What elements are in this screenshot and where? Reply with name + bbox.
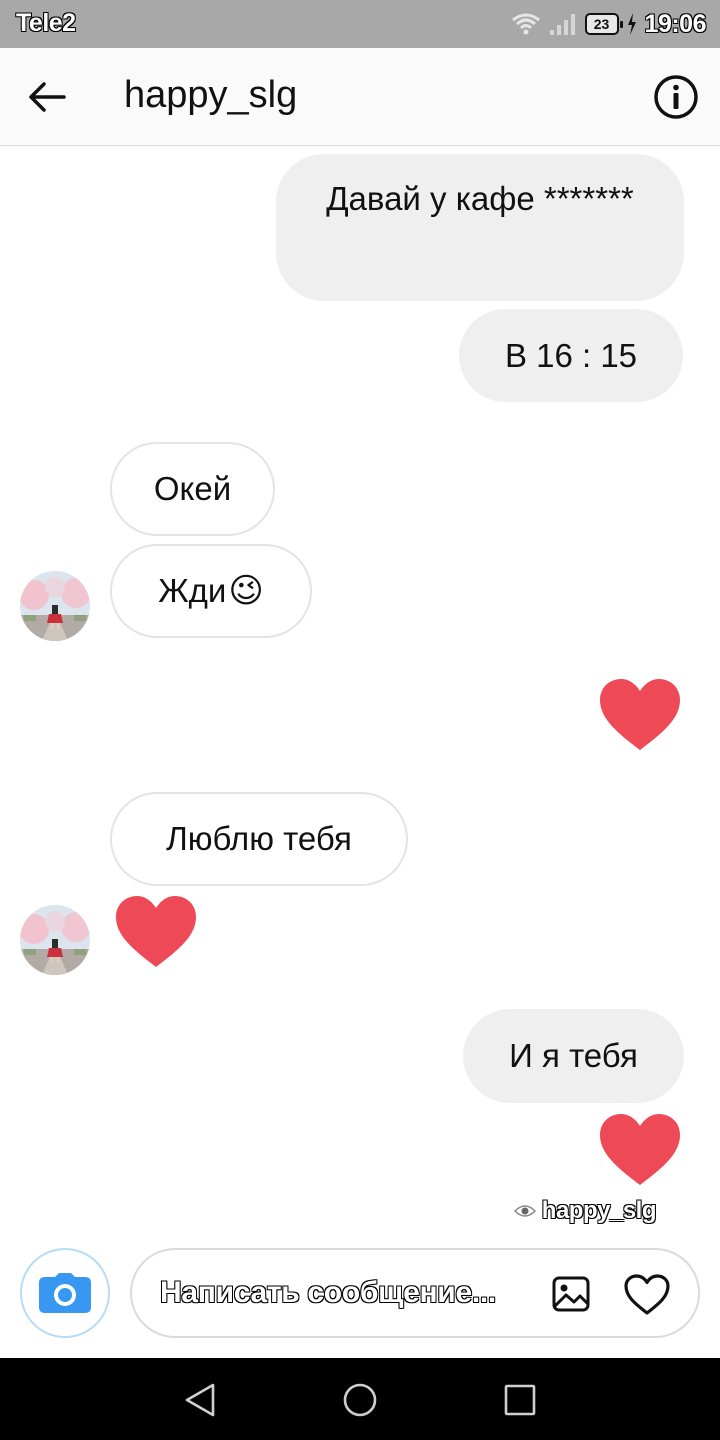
signal-icon — [549, 14, 575, 35]
avatar-image — [20, 571, 90, 641]
nav-home-button[interactable] — [340, 1380, 380, 1420]
info-icon — [654, 75, 698, 119]
heart-icon[interactable] — [598, 678, 682, 752]
message-text: В 16 : 15 — [504, 336, 638, 374]
info-button[interactable] — [652, 73, 700, 121]
nav-recent-button[interactable] — [500, 1380, 540, 1420]
wifi-icon — [511, 13, 540, 35]
navigation-bar — [0, 1358, 720, 1440]
carrier-label: Tele2 — [16, 9, 76, 37]
seen-by-name: happy_slg — [541, 1197, 657, 1224]
message-input[interactable]: Написать сообщение... — [160, 1276, 496, 1310]
clock: 19:06 — [644, 9, 707, 38]
message-bubble-incoming[interactable]: Люблю тебя — [110, 792, 408, 886]
battery-level: 23 — [593, 16, 610, 32]
seen-indicator: happy_slg — [513, 1196, 657, 1226]
message-bubble-incoming[interactable]: Жди 😉 — [110, 544, 312, 638]
message-text: И я тебя — [509, 1037, 638, 1074]
message-text: Жди — [158, 572, 227, 609]
image-icon[interactable] — [552, 1276, 590, 1312]
eye-icon — [513, 1205, 536, 1217]
avatar[interactable] — [20, 571, 90, 641]
arrow-left-icon — [29, 82, 66, 112]
status-icons: 23 19:06 — [511, 8, 707, 40]
message-composer[interactable]: Написать сообщение... — [130, 1248, 700, 1338]
back-triangle-icon — [185, 1383, 215, 1417]
camera-button[interactable] — [20, 1248, 110, 1338]
message-bubble-outgoing[interactable]: И я тебя — [463, 1009, 684, 1103]
charging-icon — [627, 13, 636, 35]
heart-icon[interactable] — [114, 895, 198, 969]
chat-title[interactable]: happy_slg — [124, 74, 297, 117]
heart-icon[interactable] — [598, 1113, 682, 1187]
heart-outline-icon[interactable] — [624, 1274, 670, 1316]
message-bubble-outgoing[interactable]: В 16 : 15 — [459, 309, 683, 402]
message-text: Окей — [153, 470, 232, 507]
avatar-image — [20, 905, 90, 975]
nav-back-button[interactable] — [180, 1380, 220, 1420]
avatar[interactable] — [20, 905, 90, 975]
message-text: Люблю тебя — [166, 820, 352, 857]
home-circle-icon — [343, 1383, 377, 1417]
message-text: Давай у кафе ******* — [326, 180, 634, 217]
recent-square-icon — [504, 1384, 536, 1416]
chat-header: happy_slg — [0, 48, 720, 146]
camera-icon — [39, 1273, 91, 1313]
message-bubble-incoming[interactable]: Окей — [110, 442, 275, 536]
wink-emoji: 😉 — [228, 572, 264, 610]
back-button[interactable] — [22, 72, 72, 122]
message-bubble-outgoing[interactable]: Давай у кафе ******* — [276, 154, 684, 301]
status-bar: Tele2 23 19:06 — [0, 0, 720, 48]
battery-icon: 23 — [584, 13, 623, 35]
